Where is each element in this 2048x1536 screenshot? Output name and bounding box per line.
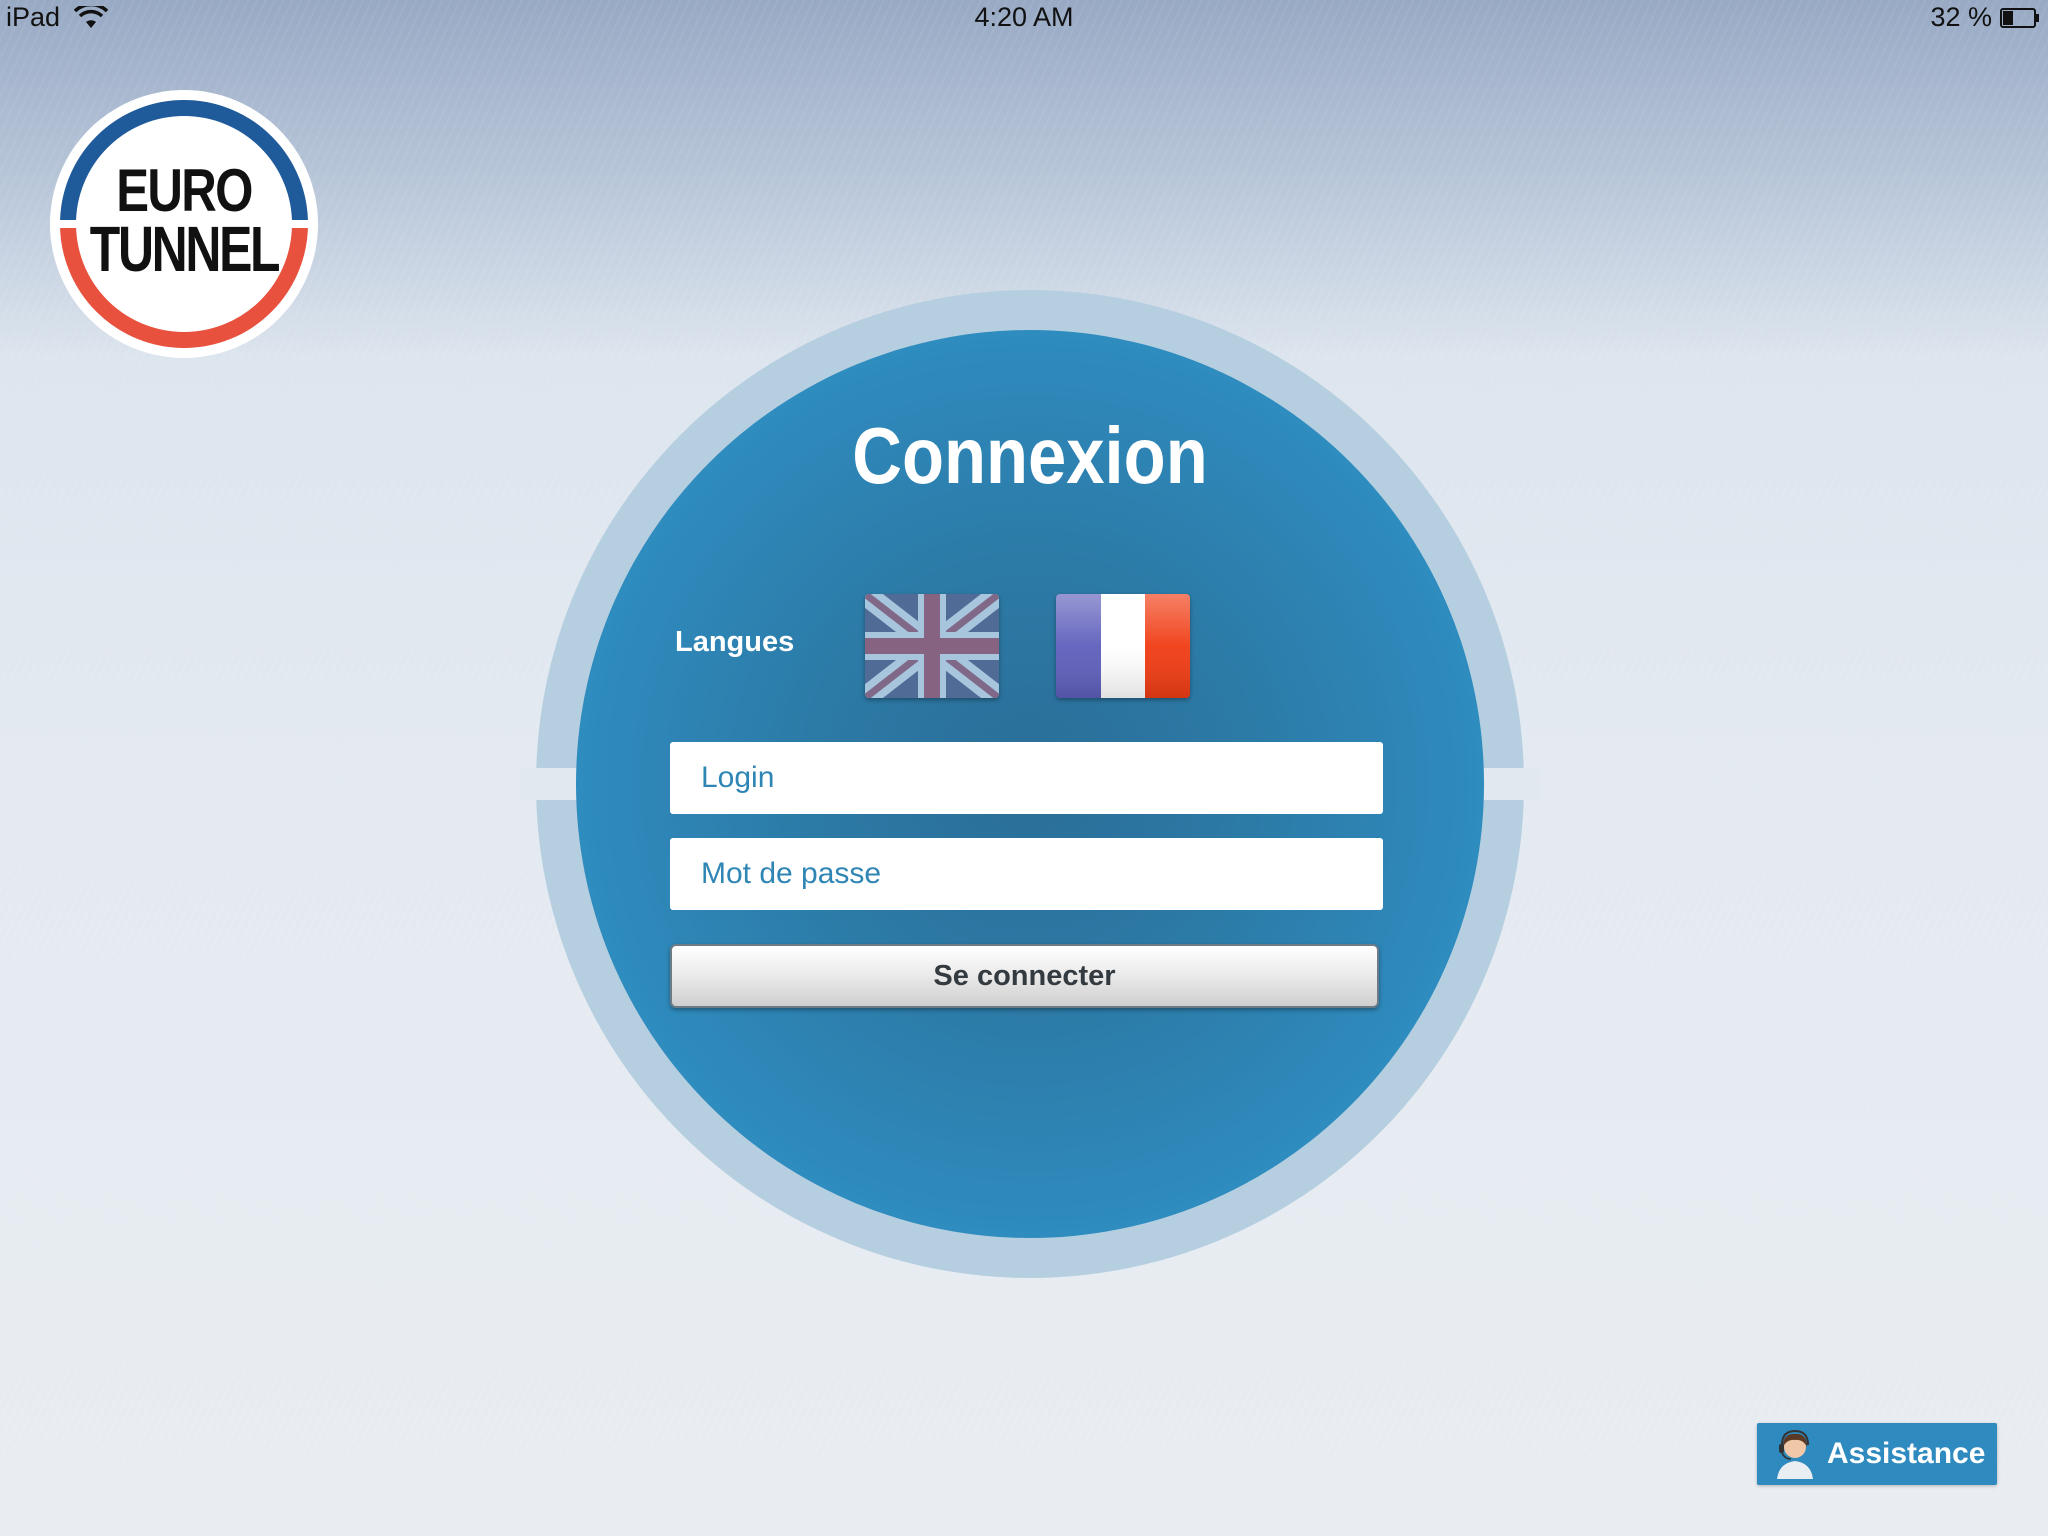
languages-label: Langues bbox=[675, 626, 795, 658]
assistance-button[interactable]: Assistance bbox=[1757, 1423, 1997, 1485]
login-input[interactable] bbox=[670, 742, 1383, 814]
battery-icon bbox=[2000, 8, 2039, 28]
connect-button[interactable]: Se connecter bbox=[670, 944, 1379, 1008]
support-agent-icon bbox=[1777, 1429, 1813, 1479]
password-input[interactable] bbox=[670, 838, 1383, 910]
page-title: Connexion bbox=[852, 411, 1208, 500]
eurotunnel-logo: EURO TUNNEL bbox=[48, 88, 320, 360]
french-flag-button[interactable] bbox=[1056, 594, 1190, 698]
english-flag-button[interactable] bbox=[865, 594, 999, 698]
logo-wordmark: EURO TUNNEL bbox=[89, 157, 281, 285]
france-flag-icon bbox=[1056, 594, 1190, 698]
battery-percent: 32 % bbox=[1930, 2, 1992, 32]
assistance-label: Assistance bbox=[1827, 1437, 1986, 1470]
status-time: 4:20 AM bbox=[974, 2, 1074, 32]
uk-flag-icon bbox=[865, 594, 999, 698]
status-bar: iPad 4:20 AM 32 % bbox=[0, 0, 2048, 36]
